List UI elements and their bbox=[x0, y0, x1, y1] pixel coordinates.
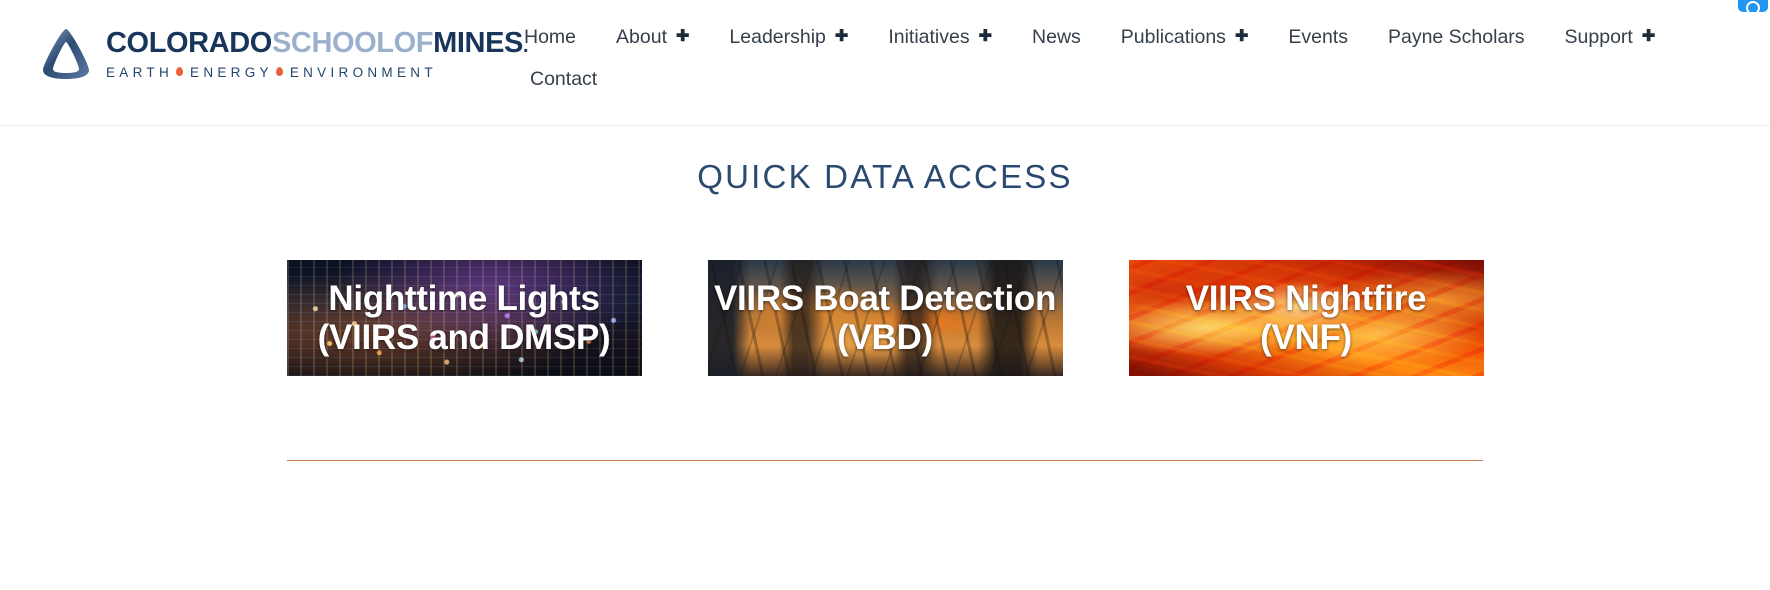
nav-label: Publications bbox=[1120, 26, 1226, 48]
page-title: QUICK DATA ACCESS bbox=[697, 158, 1073, 195]
logo-wordmark: COLORADOSCHOOLOFMINES. bbox=[106, 26, 529, 59]
plus-icon: ✚ bbox=[1641, 28, 1656, 46]
logo-tagline: EARTH ENERGY ENVIRONMENT bbox=[106, 65, 528, 80]
nav-label: Leadership bbox=[729, 26, 826, 48]
site-header: COLORADOSCHOOLOFMINES. EARTH ENERGY ENVIRO… bbox=[0, 0, 1770, 126]
plus-icon: ✚ bbox=[676, 28, 690, 46]
card-viirs-nightfire[interactable]: VIIRS Nightfire (VNF) bbox=[1128, 260, 1484, 376]
wordmark-schoolof: SCHOOLOF bbox=[271, 26, 434, 59]
page-root: COLORADOSCHOOLOFMINES. EARTH ENERGY ENVIRO… bbox=[0, 0, 1770, 590]
fire-flames-photo bbox=[1128, 260, 1484, 376]
nav-label: Events bbox=[1288, 26, 1348, 48]
site-logo[interactable]: COLORADOSCHOOLOFMINES. EARTH ENERGY ENVIRO… bbox=[40, 26, 529, 82]
nav-label: Home bbox=[524, 26, 577, 48]
card-image-wrap bbox=[1128, 260, 1484, 376]
tagline-earth: EARTH bbox=[106, 64, 174, 80]
nav-label: Initiatives bbox=[888, 26, 970, 48]
card-nighttime-lights[interactable]: Nighttime Lights (VIIRS and DMSP) bbox=[286, 260, 642, 376]
tagline-environment: ENVIRONMENT bbox=[289, 64, 437, 80]
nav-item-events[interactable]: Events bbox=[1268, 16, 1368, 58]
section-divider-wrap bbox=[0, 460, 1770, 461]
nav-item-news[interactable]: News bbox=[1012, 16, 1101, 58]
blue-rounded-badge-icon[interactable] bbox=[1738, 0, 1768, 15]
boat-rigging-dusk-photo bbox=[707, 260, 1063, 376]
tagline-energy: ENERGY bbox=[190, 64, 273, 80]
nav-item-support[interactable]: Support ✚ bbox=[1545, 16, 1676, 58]
nav-item-initiatives[interactable]: Initiatives ✚ bbox=[868, 16, 1012, 58]
quick-data-access-card-grid: Nighttime Lights (VIIRS and DMSP) VIIRS … bbox=[0, 260, 1770, 386]
card-image-wrap bbox=[286, 260, 642, 376]
plus-icon: ✚ bbox=[834, 28, 849, 46]
mines-triangle-logo-icon bbox=[43, 29, 89, 79]
badge-circle-glyph-icon bbox=[1746, 1, 1760, 15]
main-navigation: Home About ✚ Leadership ✚ Initiatives ✚ … bbox=[510, 16, 1760, 101]
nav-item-publications[interactable]: Publications ✚ bbox=[1101, 16, 1269, 58]
nav-item-home[interactable]: Home bbox=[510, 16, 596, 58]
nav-item-about[interactable]: About ✚ bbox=[596, 16, 709, 58]
main-content: QUICK DATA ACCESS Nighttime Lights (VIIR… bbox=[0, 126, 1770, 461]
nav-item-leadership[interactable]: Leadership ✚ bbox=[709, 16, 868, 58]
section-divider bbox=[287, 460, 1483, 461]
wordmark-colorado: COLORADO bbox=[106, 26, 272, 59]
nav-label: News bbox=[1032, 26, 1081, 48]
nav-item-contact[interactable]: Contact bbox=[510, 58, 617, 100]
tagline-drop-icon bbox=[275, 66, 283, 76]
plus-icon: ✚ bbox=[978, 28, 993, 46]
card-viirs-boat-detection[interactable]: VIIRS Boat Detection (VBD) bbox=[707, 260, 1063, 376]
nav-label: Support bbox=[1564, 26, 1633, 48]
nighttime-city-lights-photo bbox=[286, 260, 642, 376]
nav-item-payne-scholars[interactable]: Payne Scholars bbox=[1368, 16, 1545, 58]
nav-label: Contact bbox=[530, 68, 598, 91]
tagline-drop-icon bbox=[176, 66, 184, 76]
card-image-wrap bbox=[707, 260, 1063, 376]
logo-wordmark-block: COLORADOSCHOOLOFMINES. EARTH ENERGY ENVIRO… bbox=[106, 26, 529, 80]
nav-label: About bbox=[616, 26, 667, 48]
plus-icon: ✚ bbox=[1234, 28, 1249, 46]
nav-label: Payne Scholars bbox=[1387, 26, 1525, 48]
